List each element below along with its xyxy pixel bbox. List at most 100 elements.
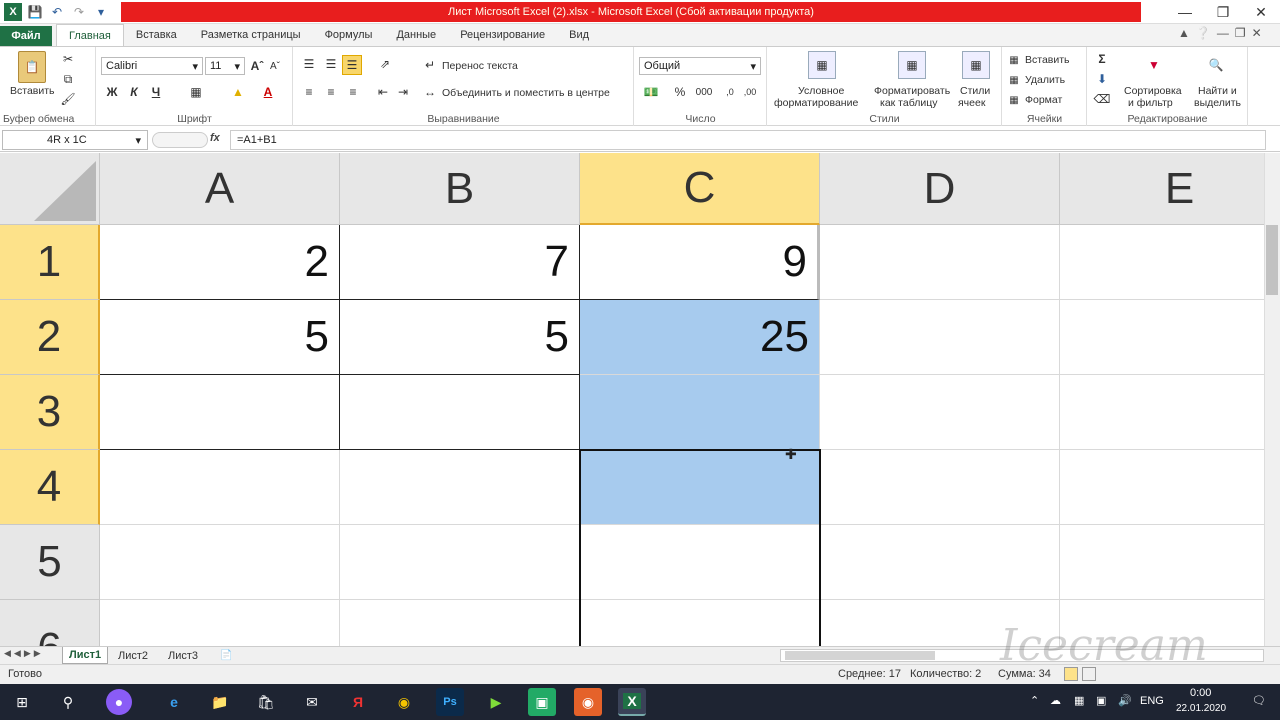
delete-cells-button[interactable]: Удалить (1025, 74, 1065, 86)
clock-time[interactable]: 0:00 (1190, 687, 1211, 699)
paste-button[interactable]: Вставить (10, 85, 55, 97)
font-size-select[interactable]: 11 ▾ (205, 57, 245, 75)
italic-button[interactable]: К (125, 83, 143, 101)
help-icon[interactable]: ❔ (1196, 26, 1211, 40)
formula-bar-expand-handle[interactable] (152, 132, 208, 148)
shrink-font-icon[interactable]: Aˇ (267, 57, 283, 75)
cell-b2[interactable]: 5 (340, 300, 580, 375)
vertical-scroll-thumb[interactable] (1266, 225, 1278, 295)
align-top-icon[interactable]: ☰ (300, 55, 318, 73)
tray-chevron-icon[interactable]: ⌃ (1030, 694, 1039, 707)
chrome-icon[interactable]: ◉ (390, 688, 418, 716)
cell-a5[interactable] (100, 525, 340, 600)
font-name-select[interactable]: Calibri ▾ (101, 57, 203, 75)
language-indicator[interactable]: ENG (1140, 695, 1164, 707)
copy-icon[interactable]: ⧉ (60, 71, 76, 87)
tab-view[interactable]: Вид (557, 24, 601, 46)
horizontal-scroll-thumb[interactable] (785, 651, 935, 660)
tab-home[interactable]: Главная (56, 24, 124, 46)
insert-cells-button[interactable]: Вставить (1025, 54, 1070, 66)
align-right-icon[interactable]: ≡ (344, 83, 362, 101)
cell-styles-label-1[interactable]: Стили (960, 85, 990, 97)
cell-a2[interactable]: 5 (100, 300, 340, 375)
conditional-formatting-label-1[interactable]: Условное (798, 85, 844, 97)
cortana-icon[interactable]: ● (106, 689, 132, 715)
cell-c5[interactable] (580, 525, 820, 600)
tray-app-icon[interactable]: ▦ (1074, 694, 1084, 707)
cell-a3[interactable] (100, 375, 340, 450)
cut-icon[interactable]: ✂ (60, 51, 76, 67)
sort-filter-label-2[interactable]: и фильтр (1128, 97, 1173, 109)
find-select-label-2[interactable]: выделить (1194, 97, 1241, 109)
edge-icon[interactable]: e (160, 688, 188, 716)
undo-icon[interactable]: ↶ (48, 3, 66, 21)
yandex-icon[interactable]: Я (344, 688, 372, 716)
wrap-text-button[interactable]: Перенос текста (442, 60, 518, 72)
cell-e3[interactable] (1060, 375, 1264, 450)
decrease-indent-icon[interactable]: ⇤ (374, 83, 392, 101)
sheet-tab-1[interactable]: Лист1 (62, 647, 109, 664)
cell-e1[interactable] (1060, 225, 1264, 300)
sort-filter-label-1[interactable]: Сортировка (1124, 85, 1182, 97)
new-sheet-icon[interactable]: 📄 (214, 647, 238, 664)
increase-indent-icon[interactable]: ⇥ (394, 83, 412, 101)
paste-icon[interactable]: 📋 (18, 51, 46, 83)
tab-page-layout[interactable]: Разметка страницы (189, 24, 313, 46)
volume-icon[interactable]: 🔊 (1118, 694, 1132, 707)
column-header-d[interactable]: D (820, 153, 1060, 225)
restore-icon[interactable]: ❐ (1204, 0, 1242, 24)
fill-icon[interactable]: ⬇ (1094, 71, 1110, 87)
format-as-table-label-1[interactable]: Форматировать (874, 85, 950, 97)
decrease-decimal-icon[interactable]: ,00 (741, 83, 759, 101)
cell-e2[interactable] (1060, 300, 1264, 375)
minimize-icon[interactable]: — (1166, 0, 1204, 24)
tab-review[interactable]: Рецензирование (448, 24, 557, 46)
cell-b3[interactable] (340, 375, 580, 450)
borders-icon[interactable]: ▦ (187, 83, 205, 101)
autosum-button[interactable]: Σ (1094, 51, 1110, 67)
tab-data[interactable]: Данные (384, 24, 448, 46)
insert-function-button[interactable]: fx (210, 132, 220, 144)
cell-b4[interactable] (340, 450, 580, 525)
cell-d1[interactable] (820, 225, 1060, 300)
cell-b1[interactable]: 7 (340, 225, 580, 300)
select-all-corner[interactable] (0, 153, 100, 225)
format-cells-button[interactable]: Формат (1025, 94, 1062, 106)
align-middle-icon[interactable]: ☰ (322, 55, 340, 73)
format-as-table-label-2[interactable]: как таблицу (880, 97, 938, 109)
close-icon[interactable]: ✕ (1242, 0, 1280, 24)
font-color-icon[interactable]: A (259, 83, 277, 101)
cell-a1[interactable]: 2 (100, 225, 340, 300)
clock-date[interactable]: 22.01.2020 (1176, 703, 1226, 714)
customize-qat-icon[interactable]: ▾ (92, 3, 110, 21)
close-workbook-icon[interactable]: ✕ (1252, 26, 1262, 40)
cell-e5[interactable] (1060, 525, 1264, 600)
percent-button[interactable]: % (671, 83, 689, 101)
tab-formulas[interactable]: Формулы (313, 24, 385, 46)
store-icon[interactable]: 🛍 (252, 688, 280, 716)
restore-workbook-icon[interactable]: ❐ (1235, 26, 1246, 40)
media-player-icon[interactable]: ▶ (482, 688, 510, 716)
tab-insert[interactable]: Вставка (124, 24, 189, 46)
increase-decimal-icon[interactable]: ,0 (721, 83, 739, 101)
cell-c6[interactable] (580, 600, 820, 646)
sheet-tab-2[interactable]: Лист2 (112, 647, 154, 664)
cell-b5[interactable] (340, 525, 580, 600)
sheet-tab-3[interactable]: Лист3 (162, 647, 204, 664)
align-left-icon[interactable]: ≡ (300, 83, 318, 101)
name-box[interactable]: 4R x 1C ▾ (2, 130, 148, 150)
tab-file[interactable]: Файл (0, 26, 52, 46)
mail-icon[interactable]: ✉ (298, 688, 326, 716)
currency-icon[interactable]: 💵 (641, 83, 661, 101)
cell-d5[interactable] (820, 525, 1060, 600)
cell-d2[interactable] (820, 300, 1060, 375)
thousands-button[interactable]: 000 (693, 83, 715, 101)
merge-center-button[interactable]: Объединить и поместить в центре (442, 87, 610, 99)
redo-icon[interactable]: ↷ (70, 3, 88, 21)
sheet-nav-arrows-icon[interactable]: ◀◀▶▶ (4, 648, 44, 659)
row-header-6[interactable]: 6 (0, 600, 100, 646)
cell-d4[interactable] (820, 450, 1060, 525)
cell-b6[interactable] (340, 600, 580, 646)
column-header-c[interactable]: C (580, 153, 820, 225)
cell-c4[interactable] (580, 450, 820, 525)
